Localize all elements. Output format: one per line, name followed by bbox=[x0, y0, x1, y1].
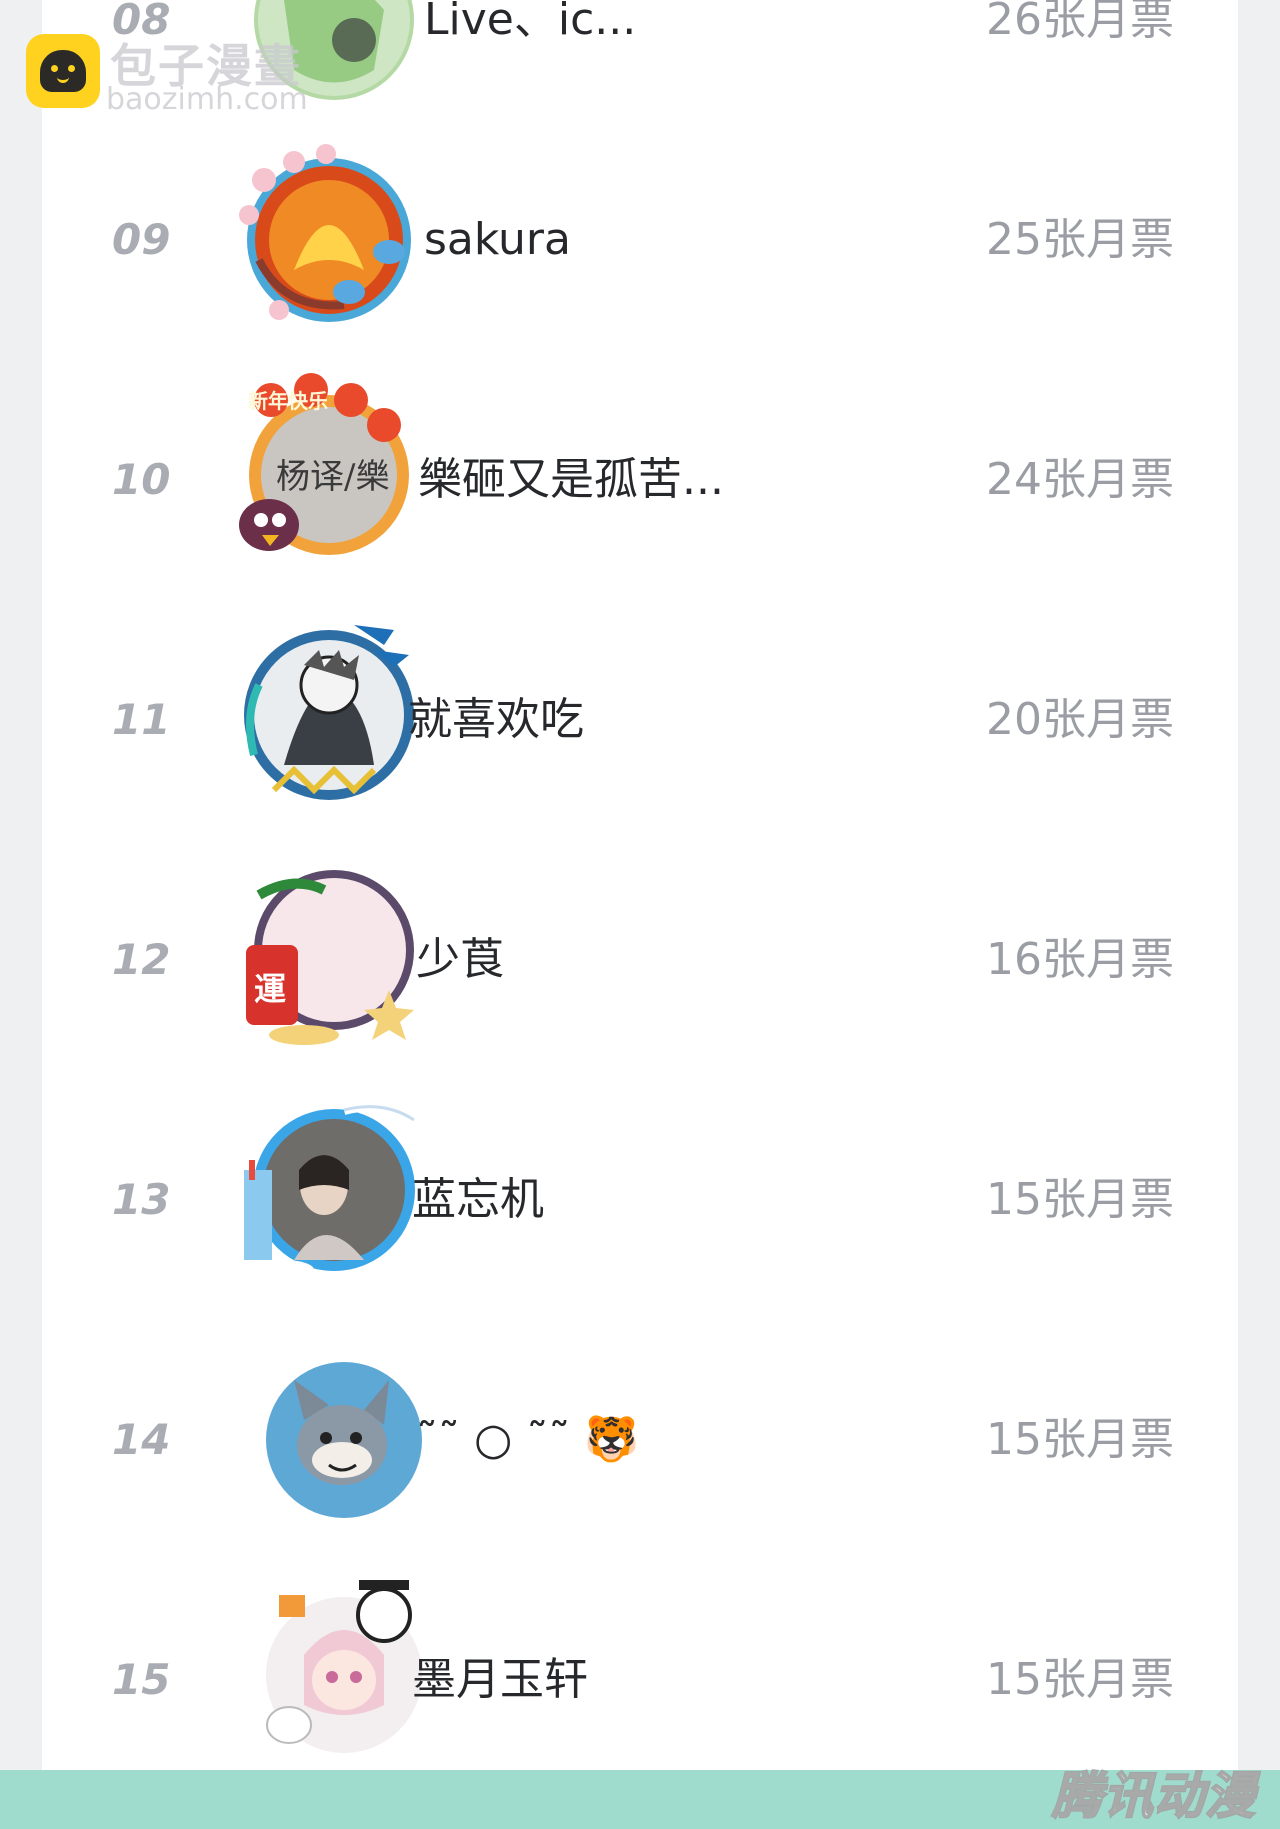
vote-count: 26张月票 bbox=[986, 0, 1174, 45]
rank-number: 15 bbox=[112, 1655, 171, 1704]
vote-count: 15张月票 bbox=[986, 1654, 1174, 1705]
rank-number: 10 bbox=[112, 455, 171, 504]
vote-count: 16张月票 bbox=[986, 934, 1174, 985]
user-avatar[interactable] bbox=[224, 140, 424, 340]
frame-text: 新年快乐 bbox=[248, 389, 328, 413]
avatar-text: 杨译/樂 bbox=[276, 457, 389, 497]
user-avatar[interactable] bbox=[224, 605, 424, 805]
ranking-row[interactable]: 15 墨月玉轩 15张月票 bbox=[42, 1580, 1238, 1780]
ranking-list: 08 Live、ic... 26张月票 09 sakura 25张月票 10 杨… bbox=[42, 0, 1238, 1770]
ranking-row[interactable]: 09 sakura 25张月票 bbox=[42, 140, 1238, 340]
user-name[interactable]: 樂砸又是孤苦... bbox=[418, 450, 724, 510]
vote-count: 20张月票 bbox=[986, 694, 1174, 745]
user-avatar[interactable] bbox=[224, 1090, 424, 1290]
vote-count: 15张月票 bbox=[986, 1414, 1174, 1465]
user-avatar[interactable]: 運 bbox=[224, 850, 424, 1050]
user-avatar[interactable] bbox=[224, 1565, 424, 1765]
watermark-url: baozimh.com bbox=[106, 82, 308, 117]
footer-watermark: 腾讯动漫 bbox=[1051, 1766, 1256, 1826]
user-name[interactable]: Live、ic... bbox=[424, 0, 636, 50]
user-avatar[interactable]: 杨译/樂 新年快乐 bbox=[224, 370, 424, 570]
user-name[interactable]: ˜˜ ○ ˜˜ 🐯 bbox=[416, 1410, 639, 1470]
rank-number: 13 bbox=[112, 1175, 171, 1224]
baozi-logo-icon bbox=[26, 34, 100, 108]
user-name[interactable]: 蓝忘机 bbox=[412, 1170, 544, 1230]
user-name[interactable]: 就喜欢吃 bbox=[408, 690, 584, 750]
vote-count: 24张月票 bbox=[986, 454, 1174, 505]
user-name[interactable]: 墨月玉轩 bbox=[412, 1650, 588, 1710]
ranking-row[interactable]: 10 杨译/樂 新年快乐 樂砸又是孤苦... 24张月票 bbox=[42, 373, 1238, 580]
rank-number: 09 bbox=[112, 215, 171, 264]
ranking-row[interactable]: 12 運 少莨 16张月票 bbox=[42, 860, 1238, 1060]
vote-count: 15张月票 bbox=[986, 1174, 1174, 1225]
user-name[interactable]: sakura bbox=[424, 210, 571, 270]
user-avatar[interactable] bbox=[224, 1340, 424, 1540]
rank-number: 12 bbox=[112, 935, 171, 984]
user-name[interactable]: 少莨 bbox=[416, 930, 504, 990]
charm-text: 運 bbox=[254, 970, 286, 1008]
ranking-row[interactable]: 13 蓝忘机 15张月票 bbox=[42, 1100, 1238, 1300]
ranking-row[interactable]: 14 ˜˜ ○ ˜˜ 🐯 15张月票 bbox=[42, 1340, 1238, 1540]
rank-number: 14 bbox=[112, 1415, 171, 1464]
vote-count: 25张月票 bbox=[986, 214, 1174, 265]
ranking-row[interactable]: 11 就喜欢吃 20张月票 bbox=[42, 620, 1238, 820]
rank-number: 11 bbox=[112, 695, 171, 744]
